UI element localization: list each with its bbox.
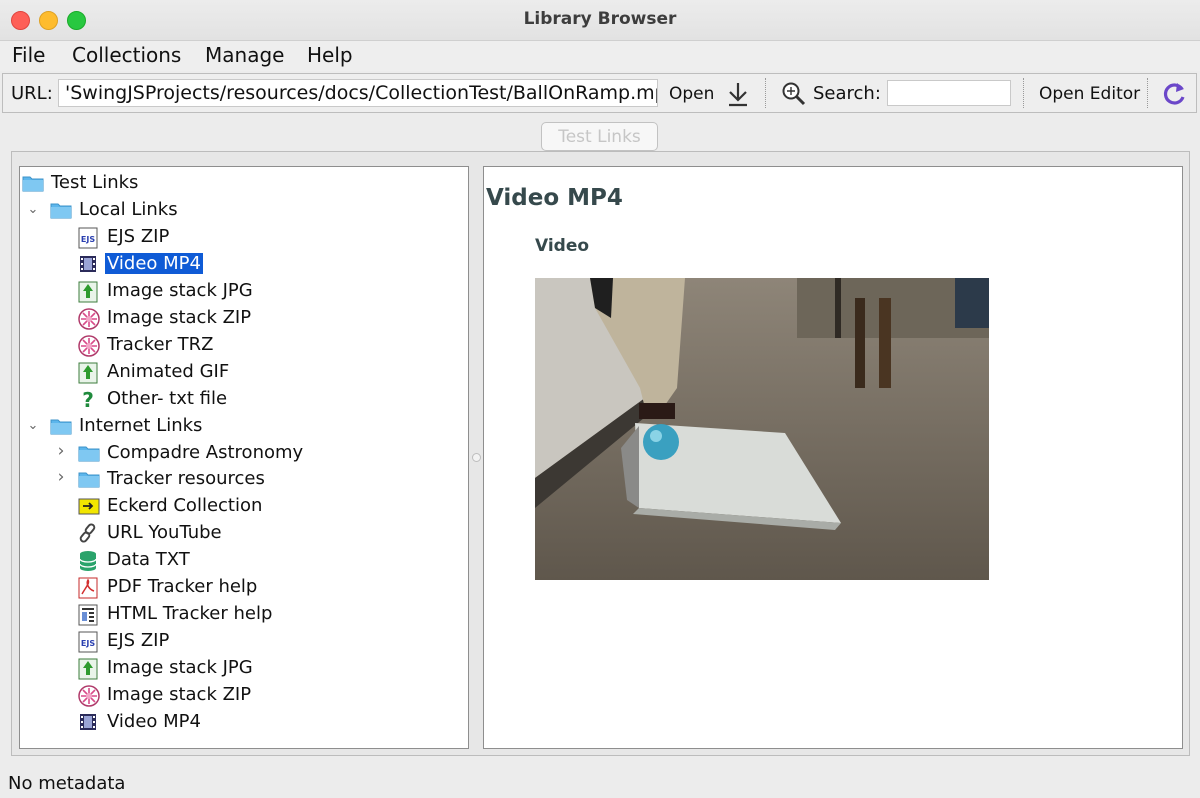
- zip-image-icon: [78, 308, 100, 335]
- folder-icon: [78, 443, 100, 468]
- toolbar: URL: 'SwingJSProjects/resources/docs/Col…: [2, 73, 1197, 113]
- folder-icon: [50, 416, 72, 441]
- link-icon: [78, 523, 98, 548]
- tree-item[interactable]: URL YouTube: [20, 521, 460, 547]
- tree-item[interactable]: Image stack JPG: [20, 656, 460, 682]
- tree-item[interactable]: › Tracker resources: [20, 467, 460, 493]
- tree-item-label: Image stack JPG: [107, 657, 253, 679]
- tree-item-label: Animated GIF: [107, 360, 230, 382]
- menu-collections[interactable]: Collections: [72, 43, 181, 67]
- tree-item[interactable]: Animated GIF: [20, 360, 460, 386]
- menu-manage[interactable]: Manage: [205, 43, 284, 67]
- tree-item-label: PDF Tracker help: [107, 576, 258, 598]
- tracker-icon: [78, 334, 100, 362]
- tree-item-label: Other- txt file: [107, 387, 228, 409]
- tree-item-label: EJS ZIP: [107, 225, 170, 247]
- tree-item-label: Data TXT: [107, 549, 190, 571]
- ejs-icon: EJS: [78, 631, 98, 658]
- image-icon: [78, 281, 98, 308]
- pdf-icon: [78, 577, 98, 604]
- collection-tree[interactable]: Test Links ⌄ Local Links EJS EJS ZIP Video MP…: [19, 166, 469, 749]
- tree-item-label: Image stack ZIP: [107, 684, 252, 706]
- tree-item[interactable]: ? Other- txt file: [20, 387, 460, 413]
- chevron-down-icon[interactable]: ⌄: [26, 418, 40, 433]
- search-icon: [781, 81, 807, 111]
- tree-item-label: Image stack JPG: [107, 279, 253, 301]
- question-icon: ?: [78, 388, 98, 416]
- search-input[interactable]: [887, 80, 1011, 106]
- download-icon[interactable]: [725, 80, 751, 112]
- tree-item-label: Image stack ZIP: [107, 306, 252, 328]
- tree-item-label: EJS ZIP: [107, 630, 170, 652]
- folder-icon: [50, 200, 72, 225]
- tree-item[interactable]: Tracker TRZ: [20, 333, 460, 359]
- tree-item[interactable]: Eckerd Collection: [20, 494, 460, 520]
- menu-file[interactable]: File: [12, 43, 45, 67]
- tree-item[interactable]: Test Links: [20, 171, 460, 197]
- film-icon: [78, 712, 98, 737]
- image-icon: [78, 658, 98, 685]
- tree-item[interactable]: PDF Tracker help: [20, 575, 460, 601]
- tree-item[interactable]: Video MP4: [20, 252, 460, 278]
- open-editor-button[interactable]: Open Editor: [1039, 84, 1140, 104]
- resource-subtitle: Video: [535, 236, 590, 256]
- url-field[interactable]: 'SwingJSProjects/resources/docs/Collecti…: [58, 79, 658, 107]
- tree-item[interactable]: ⌄ Local Links: [20, 198, 460, 224]
- chevron-right-icon[interactable]: ›: [54, 467, 68, 487]
- video-thumbnail[interactable]: [535, 278, 989, 580]
- tree-item[interactable]: ⌄ Internet Links: [20, 414, 460, 440]
- tree-item-label: Video MP4: [107, 711, 201, 732]
- svg-text:?: ?: [82, 389, 94, 411]
- chevron-down-icon[interactable]: ⌄: [26, 202, 40, 217]
- chevron-right-icon[interactable]: ›: [54, 441, 68, 461]
- film-icon: [78, 254, 98, 279]
- resource-title: Video MP4: [486, 185, 623, 211]
- html-icon: [78, 604, 98, 631]
- tree-item-label: Tracker TRZ: [107, 333, 214, 355]
- tree-item[interactable]: Image stack ZIP: [20, 306, 460, 332]
- tree-item[interactable]: › Compadre Astronomy: [20, 441, 460, 467]
- database-icon: [78, 550, 98, 577]
- tab-test-links[interactable]: Test Links: [541, 122, 658, 151]
- search-label: Search:: [813, 83, 881, 104]
- svg-text:EJS: EJS: [81, 639, 95, 648]
- tree-item-label: URL YouTube: [107, 522, 222, 544]
- folder-icon: [22, 173, 44, 198]
- tree-item-label: Eckerd Collection: [107, 495, 263, 517]
- ejs-icon: EJS: [78, 227, 98, 254]
- open-button[interactable]: Open: [669, 84, 714, 104]
- zip-image-icon: [78, 685, 100, 712]
- url-label: URL:: [11, 83, 53, 104]
- tree-item-label: Internet Links: [79, 414, 203, 436]
- divider-grip-icon[interactable]: [472, 453, 481, 462]
- tree-item-label: Tracker resources: [107, 468, 265, 490]
- refresh-icon[interactable]: [1160, 80, 1188, 112]
- tree-item[interactable]: EJS EJS ZIP: [20, 225, 460, 251]
- split-pane-divider[interactable]: [470, 166, 482, 749]
- tree-item-label: HTML Tracker help: [107, 603, 273, 625]
- tree-item[interactable]: Image stack JPG: [20, 279, 460, 305]
- menu-help[interactable]: Help: [307, 43, 353, 67]
- window-title: Library Browser: [523, 9, 677, 29]
- status-text: No metadata: [8, 773, 126, 794]
- menu-bar: File Collections Manage Help: [0, 41, 1200, 71]
- html-content-pane: Video MP4 Video: [483, 166, 1183, 749]
- image-icon: [78, 362, 98, 389]
- tree-item[interactable]: HTML Tracker help: [20, 602, 460, 628]
- tree-item[interactable]: Video MP4: [20, 710, 460, 736]
- tree-item[interactable]: EJS EJS ZIP: [20, 629, 460, 655]
- title-bar: Library Browser: [0, 0, 1200, 41]
- tree-item-label: Test Links: [51, 172, 139, 193]
- tree-item-label: Video MP4: [105, 252, 203, 274]
- folder-icon: [78, 469, 100, 494]
- tree-item-label: Local Links: [79, 198, 178, 220]
- collection-icon: [78, 496, 100, 521]
- tree-item[interactable]: Data TXT: [20, 548, 460, 574]
- tree-item-label: Compadre Astronomy: [107, 441, 304, 463]
- svg-text:EJS: EJS: [81, 235, 95, 244]
- tree-item[interactable]: Image stack ZIP: [20, 683, 460, 709]
